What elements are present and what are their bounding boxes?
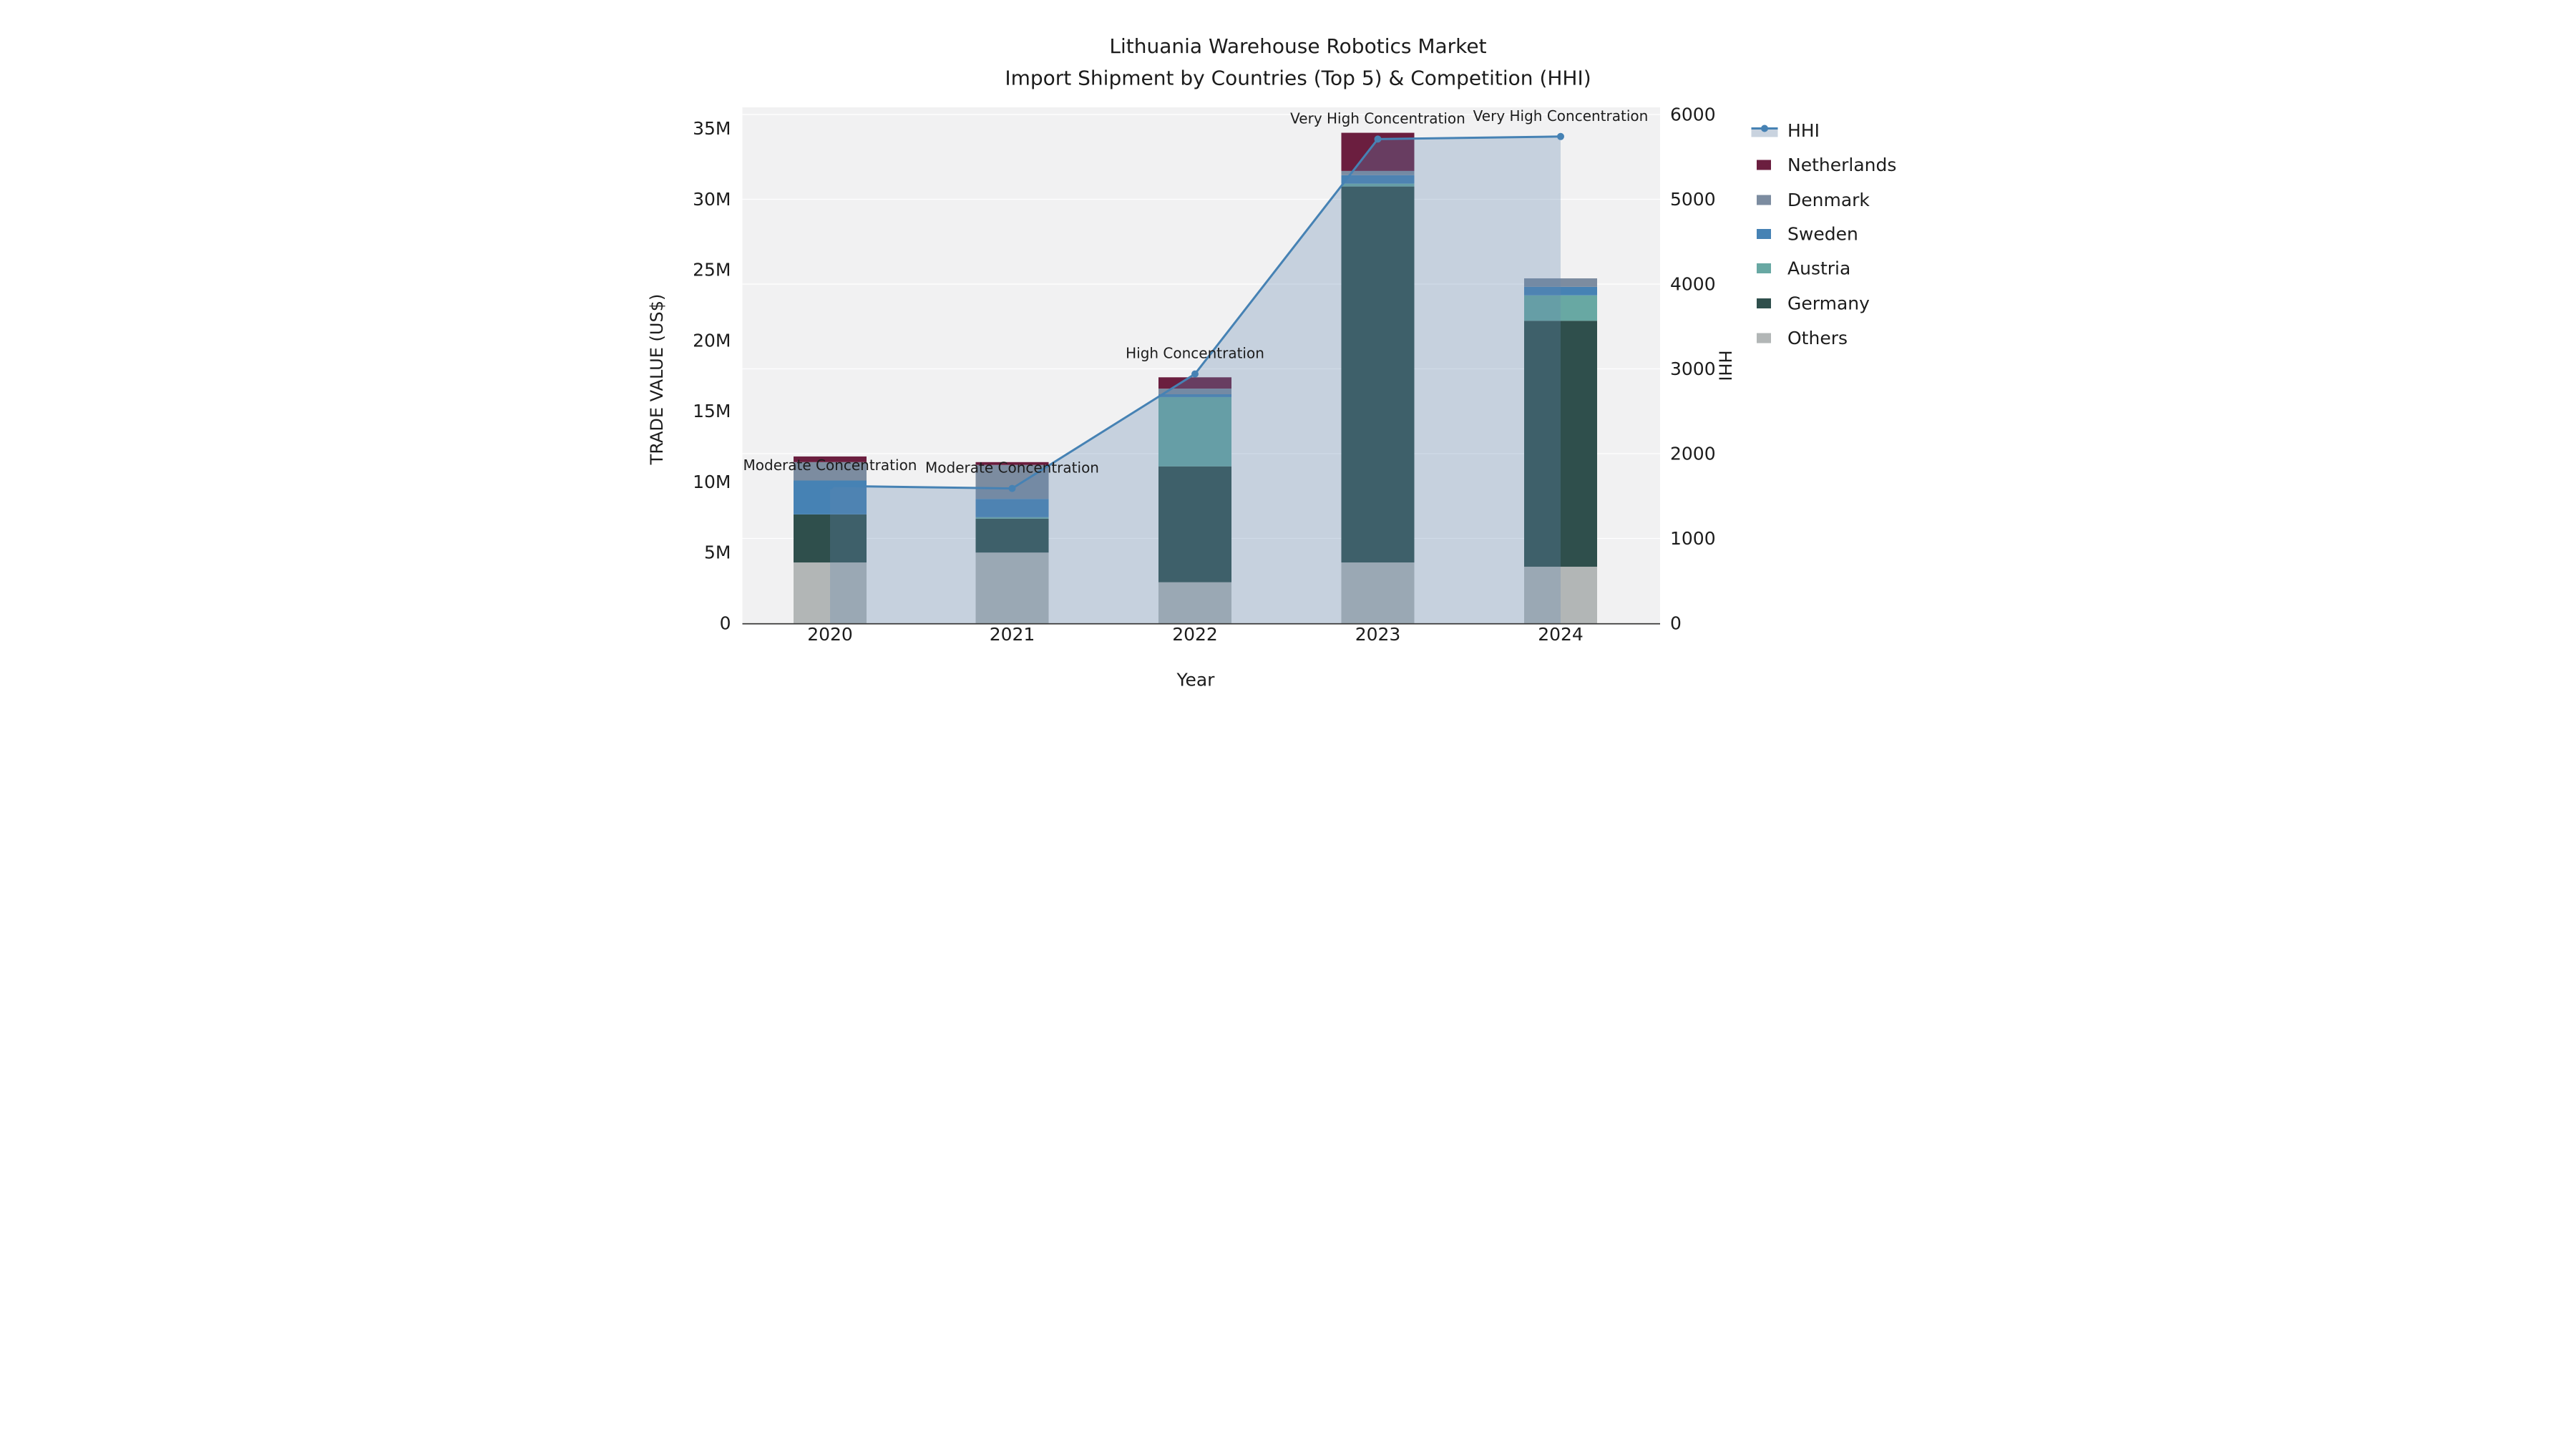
x-tick-label-2020: 2020 [807,624,853,645]
x-tick-label-2021: 2021 [990,624,1035,645]
x-tick-label-2022: 2022 [1172,624,1218,645]
hhi-marker-2024 [1557,132,1564,140]
y-tick-label: 5M [704,542,731,563]
chart-title: Lithuania Warehouse Robotics Market [1109,34,1486,58]
hhi-marker-2021 [1008,484,1016,492]
plot-area: 0 5M 10M 15M 20M 25M 30M 35M 0 1000 2000 3000 4000 50… [693,104,1716,645]
legend-hhi-marker [1761,125,1768,132]
legend-label-netherlands: Netherlands [1787,155,1896,175]
annotation-2020: Moderate Concentration [743,457,917,474]
annotation-2021: Moderate Concentration [925,459,1099,477]
legend-item-netherlands: Netherlands [1757,155,1896,175]
legend-label-denmark: Denmark [1787,190,1870,210]
legend-swatch-others [1757,333,1771,343]
legend-swatch-austria [1757,263,1771,273]
legend-item-hhi: HHI [1751,120,1820,141]
chart-subtitle: Import Shipment by Countries (Top 5) & C… [1005,67,1591,90]
legend-swatch-sweden [1757,229,1771,239]
hhi-marker-2022 [1191,370,1199,378]
legend-label-germany: Germany [1787,293,1870,314]
legend-swatch-germany [1757,298,1771,308]
chart-canvas: Lithuania Warehouse Robotics Market Impo… [647,34,1896,691]
legend-label-hhi: HHI [1787,120,1820,141]
legend-item-austria: Austria [1757,258,1850,279]
annotation-2022: High Concentration [1126,345,1264,362]
hhi-marker-2020 [826,482,834,490]
y-tick-label: 0 [720,613,731,634]
y2-tick-label: 1000 [1670,528,1716,549]
legend-swatch-denmark [1757,195,1771,205]
legend-item-germany: Germany [1757,293,1870,314]
y-tick-label: 30M [693,189,731,210]
y2-tick-label: 3000 [1670,358,1716,379]
y2-tick-label: 5000 [1670,189,1716,210]
y-tick-label: 20M [693,330,731,351]
legend-label-austria: Austria [1787,258,1850,279]
x-axis-title: Year [1176,670,1216,691]
y-tick-label: 25M [693,260,731,280]
y2-tick-label: 2000 [1670,444,1716,464]
y2-axis-title: HHI [1715,350,1735,381]
hhi-marker-2023 [1374,135,1382,143]
annotation-2023: Very High Concentration [1290,109,1465,127]
legend-label-sweden: Sweden [1787,224,1858,245]
y2-tick-label: 6000 [1670,104,1716,125]
y2-tick-label: 4000 [1670,274,1716,295]
legend-label-others: Others [1787,328,1848,348]
y2-tick-label: 0 [1670,613,1682,634]
legend-item-denmark: Denmark [1757,190,1870,210]
annotation-2024: Very High Concentration [1473,107,1649,125]
y-axis-title: TRADE VALUE (US$) [647,294,667,466]
y-tick-label: 35M [693,118,731,139]
legend-item-others: Others [1757,328,1848,348]
x-tick-label-2024: 2024 [1538,624,1584,645]
legend-swatch-netherlands [1757,160,1771,170]
y-tick-label: 15M [693,401,731,421]
chart-figure: Lithuania Warehouse Robotics Market Impo… [644,0,1932,725]
legend-item-sweden: Sweden [1757,224,1858,245]
y-tick-label: 10M [693,472,731,492]
legend: HHI Netherlands Denmark Sweden Austria German… [1751,120,1896,348]
x-tick-label-2023: 2023 [1355,624,1401,645]
